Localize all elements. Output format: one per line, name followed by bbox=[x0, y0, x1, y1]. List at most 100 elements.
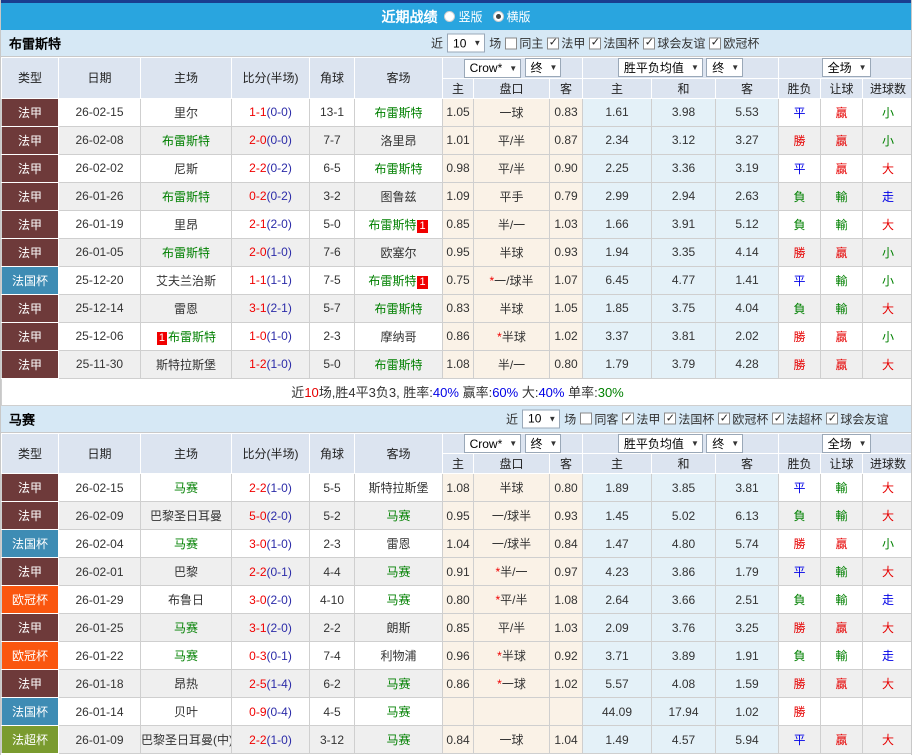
result-char: 大 bbox=[882, 357, 895, 372]
chevron-down-icon: ▼ bbox=[509, 439, 518, 448]
league-badge: 法国杯 bbox=[1, 697, 59, 726]
eu-draw-odds: 4.08 bbox=[651, 669, 717, 698]
score: 2-0(0-0) bbox=[231, 125, 310, 155]
chevron-down-icon: ▼ bbox=[731, 438, 740, 448]
radio-label: 竖版 bbox=[458, 10, 483, 24]
matches-table: 类型 日期 主场 比分(半场) 角球 客场 Crow* ▼ 终 ▼ 胜平负均值 ▼ 终 ▼ 全场 ▼ 主盘口… bbox=[1, 432, 911, 754]
away-team: 洛里昂 bbox=[354, 125, 443, 155]
summary-segment: 60% bbox=[492, 385, 519, 400]
team-name-text: 里昂 bbox=[173, 217, 198, 232]
filter-checkbox-法国杯[interactable]: ✓ 法国杯 bbox=[664, 410, 714, 427]
filter-checkbox-法超杯[interactable]: ✓ 法超杯 bbox=[772, 410, 822, 427]
result-char: 走 bbox=[882, 593, 895, 607]
away-team: 欧塞尔 bbox=[354, 237, 443, 267]
scope-select[interactable]: 全场 ▼ bbox=[821, 58, 871, 78]
eu-odds-group-header: 胜平负均值 ▼ 终 ▼ bbox=[582, 432, 780, 454]
filter-checkbox-欧冠杯[interactable]: ✓ 欧冠杯 bbox=[709, 35, 759, 52]
eu-final-select[interactable]: 终 ▼ bbox=[706, 433, 744, 453]
select-value: 全场 bbox=[827, 436, 852, 451]
eu-away-odds: 1.41 bbox=[715, 265, 780, 295]
filter-checkbox-法国杯[interactable]: ✓ 法国杯 bbox=[589, 35, 639, 52]
away-team: 马赛 bbox=[354, 557, 443, 586]
team-name-text: 布鲁日 bbox=[167, 593, 204, 607]
league-badge: 法甲 bbox=[1, 349, 59, 379]
chevron-down-icon: ▼ bbox=[690, 438, 699, 448]
league-badge: 法甲 bbox=[1, 321, 59, 351]
result-char: 贏 bbox=[835, 621, 848, 635]
fulltime-score: 5-0 bbox=[249, 508, 267, 523]
away-team: 布雷斯特 1 bbox=[354, 209, 443, 239]
filter-checkbox-法甲[interactable]: ✓ 法甲 bbox=[622, 410, 660, 427]
match-row: 欧冠杯 26-01-22 马赛 0-3(0-1) 7-4 利物浦 0.96 *半球 0.92 3.… bbox=[1, 641, 911, 670]
vertical-layout-radio[interactable]: 竖版 bbox=[444, 8, 483, 25]
checkbox-icon: ✓ bbox=[643, 36, 656, 49]
ah-home-odds: 0.84 bbox=[442, 725, 474, 754]
ah-odds-group-header: Crow* ▼ 终 ▼ bbox=[441, 57, 584, 79]
checkbox-icon: ✓ bbox=[772, 412, 785, 425]
filter-checkbox-同主[interactable]: 同主 bbox=[505, 35, 543, 52]
column-header: 客场 bbox=[354, 432, 443, 474]
eu-away-odds: 2.02 bbox=[715, 321, 780, 351]
sections-container: 布雷斯特近 10 ▼ 场同主 ✓ 法甲 ✓ 法国杯 ✓ 球会友谊 ✓ 欧冠杯 类型 日期 主场 比分(半场) 角… bbox=[1, 30, 911, 754]
corner-score: 2-3 bbox=[309, 529, 355, 558]
ah-handicap: *一球 bbox=[473, 669, 550, 698]
games-count-select[interactable]: 10 ▼ bbox=[447, 33, 486, 53]
ah-home-odds: 1.01 bbox=[442, 125, 474, 155]
scope-select[interactable]: 全场 ▼ bbox=[821, 433, 871, 453]
eu-home-odds: 1.47 bbox=[582, 529, 653, 558]
result-outcome: 勝 bbox=[778, 529, 822, 558]
result-char: 負 bbox=[793, 189, 806, 204]
match-row: 法甲 26-02-02 尼斯 2-2(0-2) 6-5 布雷斯特 0.98 平/半 0.90 2.… bbox=[1, 153, 911, 183]
ah-away-odds: 0.84 bbox=[548, 529, 584, 558]
ah-provider-select[interactable]: Crow* ▼ bbox=[463, 434, 522, 453]
filter-checkbox-同客[interactable]: 同客 bbox=[580, 410, 618, 427]
handicap-text: 半/一 bbox=[500, 565, 528, 579]
summary-segment: 赢率: bbox=[458, 385, 493, 400]
league-badge: 法国杯 bbox=[1, 529, 59, 558]
horizontal-layout-radio[interactable]: 横版 bbox=[492, 8, 531, 25]
eu-home-odds: 2.99 bbox=[582, 181, 653, 211]
result-char: 大 bbox=[882, 509, 895, 523]
page-title: 近期战绩 bbox=[381, 8, 438, 25]
team-name-text: 布雷斯特 bbox=[368, 273, 417, 288]
eu-final-select[interactable]: 终 ▼ bbox=[706, 58, 744, 78]
home-team: 贝叶 bbox=[140, 697, 232, 726]
result-char: 大 bbox=[882, 565, 895, 579]
home-team: 里昂 bbox=[140, 209, 232, 239]
eu-draw-odds: 3.12 bbox=[651, 125, 717, 155]
handicap-text: 平/半 bbox=[500, 593, 528, 607]
ah-handicap: 平/半 bbox=[473, 125, 550, 155]
ah-away-odds: 0.97 bbox=[548, 557, 584, 586]
filter-checkbox-欧冠杯[interactable]: ✓ 欧冠杯 bbox=[718, 410, 768, 427]
match-row: 法甲 26-01-18 昂热 2-5(1-4) 6-2 马赛 0.86 *一球 1.02 5.57… bbox=[1, 669, 911, 698]
result-char: 輸 bbox=[835, 301, 848, 316]
match-date: 26-01-09 bbox=[58, 725, 141, 754]
league-badge: 欧冠杯 bbox=[1, 585, 59, 614]
result-char: 勝 bbox=[793, 677, 806, 691]
ah-final-select[interactable]: 终 ▼ bbox=[524, 58, 562, 77]
result-outcome: 平 bbox=[778, 97, 822, 127]
corner-score: 4-4 bbox=[309, 557, 355, 586]
games-count-select[interactable]: 10 ▼ bbox=[522, 409, 561, 428]
ah-away-odds: 1.07 bbox=[548, 265, 584, 295]
handicap-text: 半球 bbox=[501, 329, 526, 344]
away-team: 布雷斯特 bbox=[354, 349, 443, 379]
filter-checkbox-法甲[interactable]: ✓ 法甲 bbox=[547, 35, 585, 52]
eu-provider-select[interactable]: 胜平负均值 ▼ bbox=[617, 58, 703, 78]
ah-handicap bbox=[473, 697, 550, 726]
eu-away-odds: 5.74 bbox=[715, 529, 780, 558]
team-name-text: 布雷斯特 bbox=[374, 161, 423, 176]
eu-provider-select[interactable]: 胜平负均值 ▼ bbox=[617, 433, 703, 453]
league-badge: 法甲 bbox=[1, 209, 59, 239]
ah-home-odds: 0.75 bbox=[442, 265, 474, 295]
ah-provider-select[interactable]: Crow* ▼ bbox=[463, 58, 522, 78]
ah-handicap: 一球 bbox=[473, 725, 550, 754]
checkbox-label: 欧冠杯 bbox=[723, 36, 760, 51]
halftime-score: (1-0) bbox=[266, 536, 292, 551]
ah-final-select[interactable]: 终 ▼ bbox=[524, 433, 562, 453]
result-char: 大 bbox=[882, 301, 895, 316]
result-char: 勝 bbox=[793, 329, 806, 344]
filter-checkbox-球会友谊[interactable]: ✓ 球会友谊 bbox=[826, 410, 888, 427]
away-team: 马赛 bbox=[354, 725, 443, 754]
filter-checkbox-球会友谊[interactable]: ✓ 球会友谊 bbox=[643, 35, 705, 52]
